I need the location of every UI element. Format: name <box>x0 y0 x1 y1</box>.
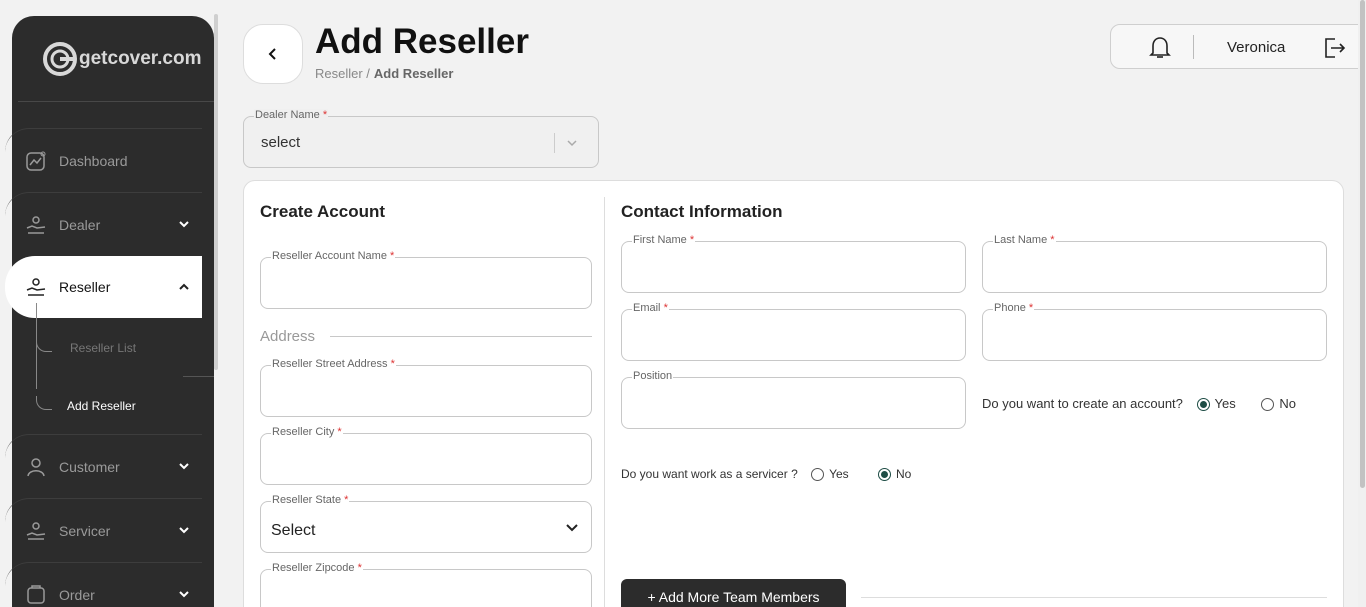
sidebar-item-servicer[interactable]: Servicer <box>5 498 202 562</box>
last-name-field[interactable]: Last Name * <box>982 234 1327 293</box>
order-icon <box>25 584 47 606</box>
servicer-icon <box>25 520 47 542</box>
add-team-members-button[interactable]: + Add More Team Members <box>621 579 846 607</box>
servicer-question: Do you want work as a servicer ? Yes No <box>621 467 912 482</box>
state-select-value: Select <box>271 522 316 539</box>
page-scrollbar[interactable] <box>1358 0 1366 607</box>
address-heading: Address <box>260 328 316 345</box>
sidebar-item-dashboard[interactable]: Dashboard <box>5 128 202 192</box>
chevron-left-icon <box>268 48 276 60</box>
question-label: Do you want work as a servicer ? <box>621 467 798 481</box>
servicer-no-radio[interactable]: No <box>878 467 912 482</box>
page-title: Add Reseller <box>315 22 529 61</box>
column-divider <box>604 197 605 607</box>
create-account-question: Do you want to create an account? Yes No <box>982 396 1296 412</box>
field-label: Reseller Account Name * <box>271 250 396 262</box>
sidebar-item-label: Servicer <box>59 522 111 539</box>
breadcrumb: Reseller / Add Reseller <box>315 66 453 81</box>
brand-logo[interactable]: getcover.com <box>18 16 214 102</box>
chevron-down-icon <box>179 463 189 470</box>
reseller-city-field[interactable]: Reseller City * <box>260 426 592 485</box>
scrollbar-thumb[interactable] <box>1360 0 1365 488</box>
question-label: Do you want to create an account? <box>982 396 1183 411</box>
create-account-title: Create Account <box>260 202 386 221</box>
radio-icon <box>1261 398 1275 412</box>
radio-label: Yes <box>829 467 849 481</box>
dealer-select-value: select <box>261 134 301 151</box>
reseller-street-address-field[interactable]: Reseller Street Address * <box>260 358 592 417</box>
divider <box>330 336 592 337</box>
divider <box>183 376 214 377</box>
back-button[interactable] <box>243 24 303 84</box>
radio-label: No <box>896 467 912 481</box>
logout-icon[interactable] <box>1321 35 1347 66</box>
breadcrumb-root[interactable]: Reseller / <box>315 66 370 81</box>
field-label: Dealer Name * <box>254 109 329 121</box>
user-panel: Veronica <box>1110 24 1366 69</box>
field-label: Reseller City * <box>271 426 343 438</box>
user-name[interactable]: Veronica <box>1227 39 1285 56</box>
phone-field[interactable]: Phone * <box>982 302 1327 361</box>
chevron-down-icon <box>179 221 189 228</box>
contact-information-title: Contact Information <box>621 202 783 221</box>
sidebar-item-label: Dashboard <box>59 152 128 169</box>
radio-icon <box>811 468 825 482</box>
sidebar-item-dealer[interactable]: Dealer <box>5 192 202 256</box>
dealer-name-select[interactable]: Dealer Name * select <box>243 109 599 168</box>
servicer-yes-radio[interactable]: Yes <box>811 467 849 482</box>
field-label: Reseller Zipcode * <box>271 562 363 574</box>
reseller-state-select[interactable]: Reseller State * Select <box>260 494 592 553</box>
field-label: Phone * <box>993 302 1035 314</box>
email-field[interactable]: Email * <box>621 302 966 361</box>
sidebar-item-label: Reseller <box>59 279 111 295</box>
sidebar-subitem-add-reseller[interactable]: Add Reseller <box>67 399 136 413</box>
sidebar-scrollbar[interactable] <box>214 14 218 370</box>
sidebar-item-order[interactable]: Order <box>5 562 202 607</box>
divider <box>861 597 1327 598</box>
sidebar-item-label: Customer <box>59 458 120 475</box>
field-label: Email * <box>632 302 669 314</box>
logo-icon <box>43 41 77 76</box>
chevron-down-icon <box>179 527 189 534</box>
reseller-icon <box>25 276 47 298</box>
sidebar-item-customer[interactable]: Customer <box>5 434 202 498</box>
sidebar-item-reseller[interactable]: Reseller <box>5 256 202 318</box>
sidebar-subitem-reseller-list[interactable]: Reseller List <box>70 341 136 355</box>
field-label: Reseller Street Address * <box>271 358 396 370</box>
sidebar-item-label: Order <box>59 586 95 603</box>
first-name-field[interactable]: First Name * <box>621 234 966 293</box>
radio-selected-icon <box>878 468 892 482</box>
chevron-up-icon <box>179 283 189 290</box>
logo-text: getcover.com <box>79 47 202 69</box>
position-field[interactable]: Position <box>621 370 966 429</box>
chevron-down-icon <box>179 591 189 598</box>
field-label: First Name * <box>632 234 696 246</box>
reseller-zipcode-field[interactable]: Reseller Zipcode * <box>260 562 592 607</box>
sidebar-item-label: Dealer <box>59 216 101 233</box>
breadcrumb-current: Add Reseller <box>373 66 454 81</box>
field-label: Position <box>632 370 674 382</box>
bell-icon[interactable] <box>1147 34 1173 65</box>
radio-label: No <box>1279 396 1296 411</box>
field-label: Reseller State * <box>271 494 350 506</box>
reseller-account-name-field[interactable]: Reseller Account Name * <box>260 250 592 309</box>
radio-selected-icon <box>1196 398 1210 412</box>
create-account-no-radio[interactable]: No <box>1261 396 1296 412</box>
divider <box>554 133 555 153</box>
dealer-icon <box>25 214 47 236</box>
field-label: Last Name * <box>993 234 1056 246</box>
chevron-down-icon <box>567 140 577 147</box>
divider <box>1193 35 1194 59</box>
customer-icon <box>25 456 47 478</box>
radio-label: Yes <box>1214 396 1236 411</box>
chevron-down-icon <box>566 524 578 532</box>
create-account-yes-radio[interactable]: Yes <box>1196 396 1236 412</box>
dashboard-icon <box>25 150 47 172</box>
